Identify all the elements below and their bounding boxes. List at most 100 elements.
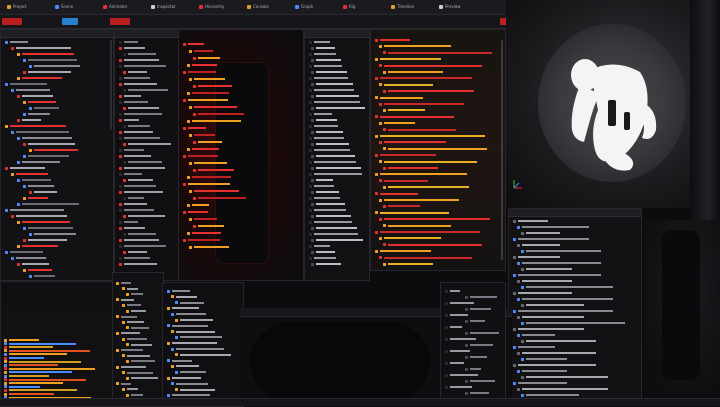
inspector-field[interactable] [119,226,145,230]
asset-item[interactable] [517,315,584,319]
file-item[interactable] [167,341,217,345]
inspector-field[interactable] [123,196,144,200]
property-item[interactable] [309,184,334,188]
curve-track[interactable] [383,166,438,170]
asset-item[interactable] [517,225,589,229]
hierarchy-item[interactable] [29,64,80,68]
hierarchy-item[interactable] [11,46,71,50]
hierarchy-item[interactable] [17,136,72,140]
hierarchy-item[interactable] [17,160,60,164]
key-item[interactable] [445,349,470,353]
property-item[interactable] [311,94,359,98]
tab-hierarchy[interactable]: Hierarchy [196,3,227,11]
curve-track[interactable] [379,198,459,202]
curve-track[interactable] [383,128,456,132]
hierarchy-item[interactable] [11,172,48,176]
asset-item[interactable] [521,267,572,271]
graph-node[interactable] [187,175,231,179]
inspector-field[interactable] [123,124,150,128]
graph-node[interactable] [183,42,204,46]
property-item[interactable] [309,136,344,140]
graph-node[interactable] [187,119,241,123]
inspector-field[interactable] [119,256,150,260]
key-item[interactable] [465,331,499,335]
inspector-field[interactable] [119,202,147,206]
hierarchy-item[interactable] [29,190,57,194]
key-item[interactable] [445,289,460,293]
hierarchy-item[interactable] [29,274,55,278]
hierarchy-item[interactable] [23,154,69,158]
folder-item[interactable] [116,348,143,352]
key-item[interactable] [465,295,497,299]
folder-item[interactable] [116,331,140,335]
graph-node[interactable] [189,217,217,221]
inspector-field[interactable] [123,70,147,74]
property-item[interactable] [309,220,352,224]
curve-track[interactable] [375,249,431,253]
curve-track[interactable] [375,96,423,100]
graph-node[interactable] [183,238,220,242]
property-item[interactable] [311,118,337,122]
folder-item[interactable] [122,371,153,375]
file-item[interactable] [175,353,231,357]
curve-track[interactable] [383,224,451,228]
inspector-field[interactable] [119,154,151,158]
curve-track[interactable] [379,44,451,48]
property-item[interactable] [311,154,355,158]
key-item[interactable] [445,301,474,305]
graph-node[interactable] [183,154,218,158]
curve-track[interactable] [379,140,446,144]
inspector-field[interactable] [119,136,160,140]
file-item[interactable] [167,289,190,293]
property-item[interactable] [309,76,348,80]
asset-item[interactable] [513,255,560,259]
graph-node[interactable] [187,91,229,95]
hierarchy-item[interactable] [17,220,70,224]
inspector-field[interactable] [123,142,171,146]
property-item[interactable] [309,232,358,236]
hierarchy-item[interactable] [23,58,77,62]
asset-item[interactable] [521,375,608,379]
inspector-field[interactable] [119,46,145,50]
inspector-field[interactable] [119,58,159,62]
asset-item[interactable] [517,351,596,355]
asset-item[interactable] [513,237,589,241]
tab-graph[interactable]: Graph [292,3,316,11]
graph-node[interactable] [189,133,215,137]
hierarchy-item[interactable] [17,178,51,182]
hierarchy-item[interactable] [5,166,45,170]
tab-project[interactable]: Project [4,3,30,11]
hierarchy-item[interactable] [23,226,73,230]
asset-item[interactable] [521,303,584,307]
asset-item[interactable] [521,393,579,397]
curve-track[interactable] [375,134,485,138]
curves-panel[interactable] [370,29,506,271]
asset-item[interactable] [517,369,567,373]
curve-track[interactable] [379,217,490,221]
asset-item[interactable] [521,321,625,325]
inspector-field[interactable] [119,166,165,170]
hierarchy-item[interactable] [11,130,69,134]
graph-node[interactable] [193,84,232,88]
key-item[interactable] [445,361,464,365]
property-item[interactable] [309,196,340,200]
graph-node[interactable] [189,77,225,81]
key-item[interactable] [465,367,481,371]
property-item[interactable] [309,40,330,44]
stop-button[interactable] [110,18,130,25]
inspector-field[interactable] [119,40,138,44]
curve-track[interactable] [383,70,443,74]
curve-track[interactable] [379,121,415,125]
asset-item[interactable] [517,297,613,301]
graph-node[interactable] [183,70,216,74]
curve-track[interactable] [375,115,454,119]
curve-track[interactable] [375,172,467,176]
file-item[interactable] [175,370,206,374]
file-item[interactable] [171,347,224,351]
folder-item[interactable] [126,393,143,397]
hierarchy-item[interactable] [29,232,76,236]
hierarchy-item[interactable] [23,142,75,146]
key-item[interactable] [445,385,472,389]
file-item[interactable] [171,364,199,368]
axis-gizmo[interactable] [512,178,532,190]
